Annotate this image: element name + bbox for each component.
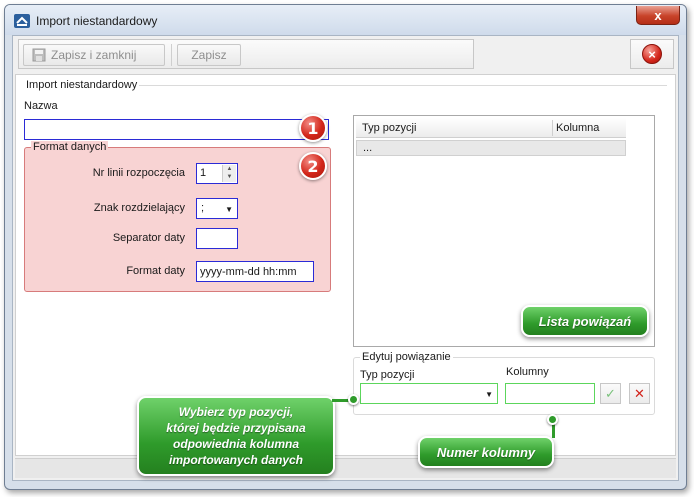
toolbar-separator xyxy=(171,44,172,66)
check-icon: ✓ xyxy=(605,385,616,401)
save-label: Zapisz xyxy=(191,48,227,62)
red-x-icon: × xyxy=(642,44,662,64)
chevron-down-icon: ▼ xyxy=(485,390,493,399)
spin-up-icon[interactable]: ▲ xyxy=(223,165,236,173)
callout-line: odpowiednia kolumna xyxy=(172,437,299,451)
group-title: Import niestandardowy xyxy=(24,79,140,91)
close-icon: x xyxy=(654,7,662,23)
column-label: Kolumny xyxy=(506,366,549,378)
column-header-type[interactable]: Typ pozycji xyxy=(362,122,416,134)
column-number-input[interactable] xyxy=(505,383,595,404)
spinner-arrows[interactable]: ▲ ▼ xyxy=(222,165,236,182)
save-and-close-button[interactable]: Zapisz i zamknij xyxy=(23,44,165,66)
column-number-callout: Numer kolumny xyxy=(418,436,554,468)
step-badge-2: 2 xyxy=(299,152,327,180)
callout-dot xyxy=(348,394,359,405)
start-line-value: 1 xyxy=(200,167,207,179)
table-row[interactable]: ... xyxy=(356,140,626,156)
date-format-label: Format daty xyxy=(126,265,185,277)
name-label: Nazwa xyxy=(24,100,58,112)
window-close-button[interactable]: x xyxy=(636,6,680,25)
delete-button[interactable]: ✕ xyxy=(629,383,650,404)
spin-down-icon[interactable]: ▼ xyxy=(223,173,236,181)
callout-dot xyxy=(547,414,558,425)
toolbar: Zapisz i zamknij Zapisz xyxy=(18,39,474,69)
date-format-value: yyyy-mm-dd hh:mm xyxy=(200,266,297,278)
import-window: Import niestandardowy x Zapisz i zamknij… xyxy=(4,4,687,490)
window-title: Import niestandardowy xyxy=(36,14,158,28)
start-line-spinner[interactable]: 1 ▲ ▼ xyxy=(196,163,238,184)
delimiter-select[interactable]: ; ▼ xyxy=(196,198,238,219)
format-title: Format danych xyxy=(31,141,109,153)
delimiter-value: ; xyxy=(201,202,205,214)
choose-type-callout: Wybierz typ pozycji, której będzie przyp… xyxy=(137,396,335,476)
format-data-group: Format danych Nr linii rozpoczęcia 1 ▲ ▼… xyxy=(24,141,331,292)
start-line-label: Nr linii rozpoczęcia xyxy=(92,167,185,179)
x-icon: ✕ xyxy=(634,385,645,401)
column-header-column[interactable]: Kolumna xyxy=(556,122,599,134)
callout-line: Wybierz typ pozycji, xyxy=(178,405,294,419)
type-select[interactable]: ▼ xyxy=(360,383,498,404)
date-separator-label: Separator daty xyxy=(112,232,185,244)
date-separator-input[interactable] xyxy=(196,228,238,249)
delimiter-label: Znak rozdzielający xyxy=(93,202,185,214)
import-icon xyxy=(14,14,30,28)
callout-line: importowanych danych xyxy=(168,453,304,467)
step-badge-1: 1 xyxy=(299,114,327,142)
name-input[interactable] xyxy=(24,119,329,140)
grid-header: Typ pozycji Kolumna xyxy=(356,118,626,138)
callout-line: której będzie przypisana xyxy=(166,421,306,435)
disk-icon xyxy=(32,48,46,62)
save-and-close-label: Zapisz i zamknij xyxy=(51,48,137,62)
confirm-button[interactable]: ✓ xyxy=(600,383,621,404)
type-label: Typ pozycji xyxy=(360,369,415,381)
date-format-input[interactable]: yyyy-mm-dd hh:mm xyxy=(196,261,314,282)
title-bar: Import niestandardowy x xyxy=(5,5,686,35)
table-cell-type: ... xyxy=(363,142,373,154)
status-bar xyxy=(15,458,676,478)
save-button[interactable]: Zapisz xyxy=(177,44,241,66)
list-callout: Lista powiązań xyxy=(521,305,649,337)
column-divider xyxy=(552,120,553,136)
close-form-button[interactable]: × xyxy=(630,39,674,69)
edit-binding-title: Edytuj powiązanie xyxy=(360,351,453,363)
edit-binding-group: Edytuj powiązanie Typ pozycji Kolumny ▼ … xyxy=(353,351,655,415)
chevron-down-icon: ▼ xyxy=(225,205,233,214)
client-area: Zapisz i zamknij Zapisz × Import niestan… xyxy=(12,35,679,481)
